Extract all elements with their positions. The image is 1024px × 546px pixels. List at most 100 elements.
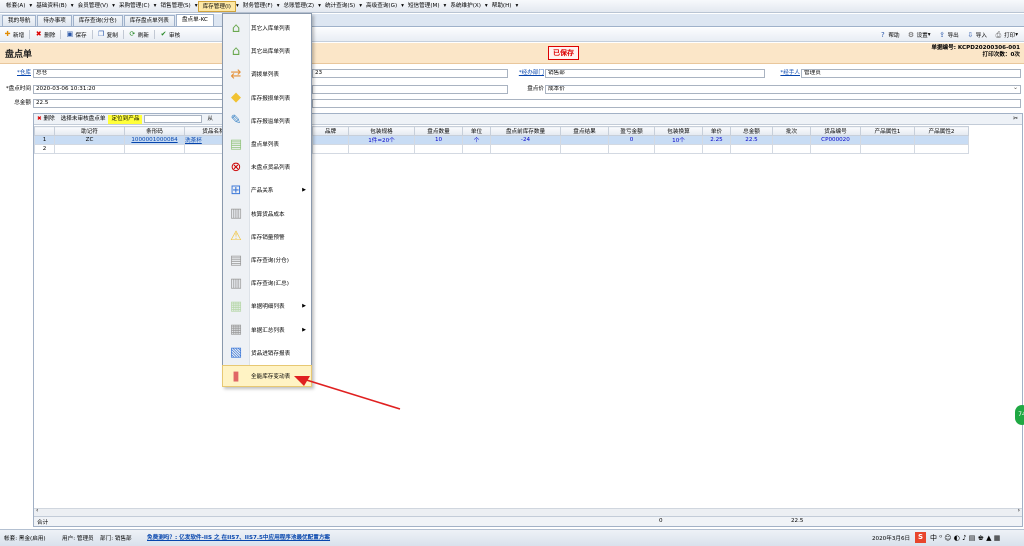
floating-assistant-icon[interactable]: 74 — [1015, 405, 1024, 425]
delete-button[interactable]: ✖ 删除 — [31, 29, 59, 41]
column-header[interactable]: 盈亏金额 — [608, 126, 655, 136]
settings-button[interactable]: ⚙ 设置 ▾ — [904, 29, 935, 41]
locate-input[interactable] — [144, 115, 203, 123]
menu-item-loss[interactable]: ◆ 库存报损单列表 — [223, 88, 311, 108]
column-header[interactable]: 包装换算 — [654, 126, 703, 136]
save-button[interactable]: ▣ 保存 — [62, 29, 90, 41]
column-header[interactable] — [34, 126, 55, 136]
import-button[interactable]: ⇩ 导入 — [963, 29, 991, 41]
menu-item-transfer[interactable]: ⇄ 调拨单列表 — [223, 64, 311, 84]
menu-item-10[interactable]: 短信管理(M) — [404, 1, 444, 12]
table-row[interactable]: 1ZC1000001000084洗茶杯杯子1件=20个10个-24010个2.2… — [34, 135, 969, 145]
menu-item-database-summary[interactable]: ▥ 库存查询(汇总) — [223, 273, 311, 293]
menu-item-1[interactable]: 基础资料(B) — [32, 1, 71, 12]
warehouse-label[interactable]: *仓库 — [0, 69, 31, 78]
menu-item-11[interactable]: 系统维护(X) — [446, 1, 485, 12]
copy-button[interactable]: ❐ 复制 — [94, 29, 122, 41]
scroll-left-icon[interactable]: ‹ — [36, 507, 38, 514]
table-cell[interactable] — [348, 144, 415, 154]
menu-item-3[interactable]: 采购管理(C) — [115, 1, 154, 12]
column-header[interactable]: 包装规格 — [348, 126, 415, 136]
menu-item-summary-list[interactable]: ▦ 单据汇总列表 ▶ — [223, 320, 311, 340]
ime-logo-icon[interactable]: S — [915, 532, 926, 543]
table-cell[interactable] — [772, 144, 811, 154]
table-cell[interactable]: 0 — [608, 135, 655, 145]
column-header[interactable]: 品牌 — [312, 126, 349, 136]
column-header[interactable]: 盘点数量 — [414, 126, 463, 136]
new-button[interactable]: ✚ 新增 — [0, 29, 28, 41]
menu-item-detail-list[interactable]: ▦ 单据明细列表 ▶ — [223, 296, 311, 316]
tab-1[interactable]: 待办事项 — [37, 15, 72, 26]
grid-delete-button[interactable]: ✖ 删除 — [34, 115, 58, 124]
table-cell[interactable] — [560, 135, 609, 145]
table-cell[interactable]: -24 — [490, 135, 561, 145]
menu-item-database[interactable]: ▤ 库存查询(分仓) — [223, 250, 311, 270]
table-cell[interactable] — [608, 144, 655, 154]
menu-item-2[interactable]: 会员管理(V) — [74, 1, 113, 12]
table-cell[interactable] — [702, 144, 731, 154]
menu-item-house-in[interactable]: ⌂ 其它入库单列表 — [223, 18, 311, 38]
table-cell[interactable]: 个 — [462, 135, 491, 145]
table-cell[interactable] — [560, 144, 609, 154]
table-cell[interactable]: 2 — [34, 144, 55, 154]
table-cell[interactable] — [654, 144, 703, 154]
menu-item-report[interactable]: ▧ 货品进销存报表 — [223, 343, 311, 363]
price-select[interactable]: 成本价 — [545, 85, 1021, 94]
menu-item-overflow[interactable]: ✎ 库存报溢单列表 — [223, 111, 311, 131]
column-header[interactable]: 货品编号 — [810, 126, 861, 136]
column-header[interactable]: 助记符 — [54, 126, 125, 136]
table-cell[interactable]: 22.5 — [730, 135, 773, 145]
menu-item-7[interactable]: 总账管理(Z) — [280, 1, 319, 12]
column-header[interactable]: 产品属性2 — [914, 126, 969, 136]
menu-item-cost[interactable]: ▥ 核算货品成本 — [223, 204, 311, 224]
print-button[interactable]: ⎙ 打印 ▾ — [991, 29, 1022, 41]
column-header[interactable]: 盘点前库存数量 — [490, 126, 561, 136]
audit-button[interactable]: ✔ 审核 — [156, 29, 184, 41]
table-cell[interactable] — [312, 135, 349, 145]
menu-item-0[interactable]: 帐套(A) — [2, 1, 29, 12]
column-header[interactable]: 总金额 — [730, 126, 773, 136]
table-cell[interactable] — [124, 144, 185, 154]
table-cell[interactable] — [490, 144, 561, 154]
tab-3[interactable]: 库存盘点单列表 — [123, 15, 175, 26]
table-cell[interactable]: 10 — [414, 135, 463, 145]
dept-label[interactable]: *经办部门 — [508, 69, 544, 78]
table-row[interactable]: 2 — [34, 144, 969, 154]
tab-2[interactable]: 库存查询(分仓) — [72, 15, 123, 26]
table-cell[interactable] — [414, 144, 463, 154]
menu-item-not-counted[interactable]: ⊗ 未盘点货品列表 — [223, 157, 311, 177]
column-header[interactable]: 产品属性1 — [860, 126, 915, 136]
table-cell[interactable]: 2.25 — [702, 135, 731, 145]
menu-item-5[interactable]: 库存管理(I) — [197, 0, 236, 12]
handler-field[interactable]: 管理员 — [801, 69, 1021, 78]
status-ad-link[interactable]: 免费测吗？: 亿发软件-IIS 之 在IIS7、IIS7.5中应用程序池最优配置… — [147, 533, 330, 541]
table-cell[interactable] — [462, 144, 491, 154]
locate-product-button[interactable]: 定位到产品 — [108, 114, 143, 124]
dept-field[interactable]: 销售部 — [545, 69, 765, 78]
time-field[interactable]: 2020-03-06 10:31:20 — [33, 85, 223, 94]
table-cell[interactable]: ZC — [54, 135, 125, 145]
menu-item-12[interactable]: 帮助(H) — [488, 1, 516, 12]
column-header[interactable]: 单价 — [702, 126, 731, 136]
table-cell[interactable] — [860, 135, 915, 145]
table-cell[interactable] — [810, 144, 861, 154]
menu-item-8[interactable]: 统计查询(S) — [321, 1, 359, 12]
menu-item-stocktake[interactable]: ▤ 盘点单列表 — [223, 134, 311, 154]
horizontal-scrollbar[interactable]: ‹ › — [34, 507, 1022, 516]
tools-icon[interactable]: ✂ — [1013, 115, 1018, 122]
table-cell[interactable]: 1 — [34, 135, 55, 145]
column-header[interactable]: 批次 — [772, 126, 811, 136]
scroll-right-icon[interactable]: › — [1018, 507, 1020, 514]
column-header[interactable]: 单位 — [462, 126, 491, 136]
tray-icons[interactable]: 中 ⁰ ☺ ◐ ♪ ▤ ♚ ▲ ▦ — [930, 533, 1000, 543]
table-cell[interactable]: 1件=20个 — [348, 135, 415, 145]
table-cell[interactable] — [772, 135, 811, 145]
menu-item-4[interactable]: 销售管理(S) — [156, 1, 194, 12]
column-header[interactable]: 条形码 — [124, 126, 185, 136]
table-cell[interactable]: CP000020 — [810, 135, 861, 145]
table-cell[interactable]: 1000001000084 — [124, 135, 185, 145]
help-button[interactable]: ? 帮助 — [875, 29, 903, 41]
menu-item-house-out[interactable]: ⌂ 其它出库单列表 — [223, 41, 311, 61]
table-cell[interactable] — [54, 144, 125, 154]
warehouse-field[interactable]: 总仓 — [33, 69, 223, 78]
